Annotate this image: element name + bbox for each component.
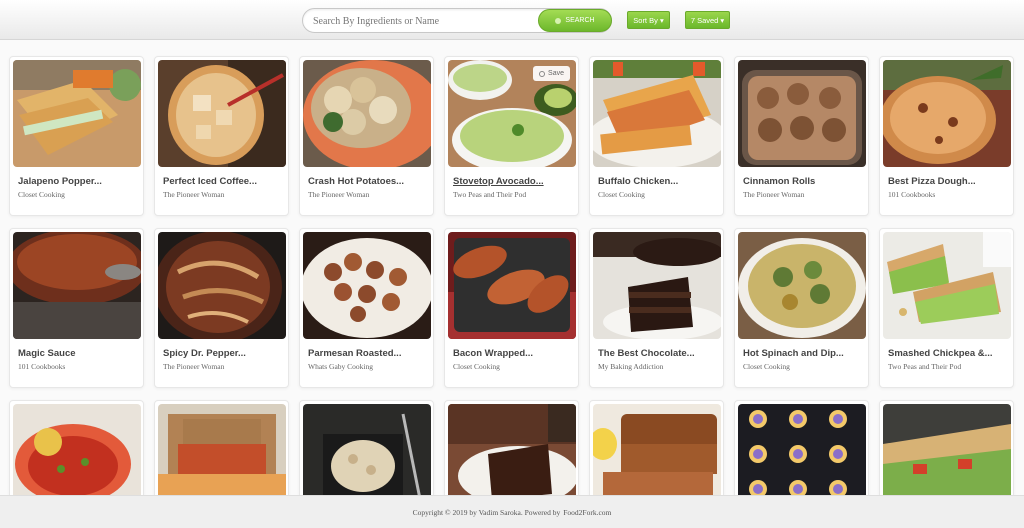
recipe-card[interactable]: Cinnamon Rolls The Pioneer Woman (734, 56, 869, 216)
saved-dropdown-button[interactable]: 7 Saved ▾ (685, 11, 730, 29)
recipe-card[interactable] (879, 400, 1014, 511)
recipe-image[interactable] (593, 60, 721, 167)
recipe-publisher: Two Peas and Their Pod (888, 362, 962, 371)
search-button[interactable]: SEARCH (538, 9, 612, 32)
recipe-card[interactable]: Perfect Iced Coffee... The Pioneer Woman (154, 56, 289, 216)
save-recipe-button[interactable]: Save (533, 66, 570, 81)
recipe-title[interactable]: Jalapeno Popper... (18, 176, 140, 187)
recipe-publisher: Closet Cooking (598, 190, 645, 199)
recipe-card[interactable]: Bacon Wrapped... Closet Cooking (444, 228, 579, 388)
recipe-publisher: 101 Cookbooks (888, 190, 936, 199)
recipe-image[interactable] (883, 60, 1011, 167)
recipe-title[interactable]: Spicy Dr. Pepper... (163, 348, 285, 359)
bookmark-icon (539, 70, 546, 77)
sort-by-button[interactable]: Sort By ▾ (627, 11, 670, 29)
footer-copyright: Copyright © 2019 by Vadim Saroka. Powere… (412, 507, 561, 517)
recipe-card[interactable]: Save Stovetop Avocado... Two Peas and Th… (444, 56, 579, 216)
recipe-image[interactable] (303, 60, 431, 167)
recipe-image[interactable] (738, 60, 866, 167)
recipe-card[interactable]: Buffalo Chicken... Closet Cooking (589, 56, 724, 216)
recipe-card[interactable] (9, 400, 144, 511)
recipe-title[interactable]: Perfect Iced Coffee... (163, 176, 285, 187)
recipe-publisher: Closet Cooking (743, 362, 790, 371)
recipe-image[interactable]: Save (448, 60, 576, 167)
recipe-card[interactable] (299, 400, 434, 511)
recipe-card[interactable]: Magic Sauce 101 Cookbooks (9, 228, 144, 388)
recipe-publisher: The Pioneer Woman (308, 190, 370, 199)
recipe-publisher: 101 Cookbooks (18, 362, 66, 371)
recipe-card[interactable]: Smashed Chickpea &... Two Peas and Their… (879, 228, 1014, 388)
recipe-card[interactable] (154, 400, 289, 511)
recipe-publisher: Closet Cooking (453, 362, 500, 371)
recipe-title[interactable]: Bacon Wrapped... (453, 348, 575, 359)
recipe-image[interactable] (448, 232, 576, 339)
sort-by-label: Sort By ▾ (633, 15, 664, 25)
recipe-image[interactable] (738, 232, 866, 339)
recipe-card[interactable]: The Best Chocolate... My Baking Addictio… (589, 228, 724, 388)
recipe-title[interactable]: Cinnamon Rolls (743, 176, 865, 187)
recipe-image[interactable] (158, 232, 286, 339)
recipe-image[interactable] (13, 232, 141, 339)
recipe-card[interactable]: Best Pizza Dough... 101 Cookbooks (879, 56, 1014, 216)
search-icon (555, 17, 562, 24)
recipe-title[interactable]: Magic Sauce (18, 348, 140, 359)
search-button-label: SEARCH (565, 17, 595, 24)
recipe-publisher: The Pioneer Woman (163, 362, 225, 371)
recipe-title[interactable]: Smashed Chickpea &... (888, 348, 1010, 359)
recipe-title[interactable]: The Best Chocolate... (598, 348, 720, 359)
recipe-card[interactable]: Jalapeno Popper... Closet Cooking (9, 56, 144, 216)
recipe-image[interactable] (593, 232, 721, 339)
save-label: Save (548, 70, 564, 77)
recipe-title[interactable]: Hot Spinach and Dip... (743, 348, 865, 359)
recipe-publisher: Whats Gaby Cooking (308, 362, 373, 371)
footer: Copyright © 2019 by Vadim Saroka. Powere… (0, 495, 1024, 528)
recipe-image[interactable] (883, 232, 1011, 339)
recipe-card[interactable]: Crash Hot Potatoes... The Pioneer Woman (299, 56, 434, 216)
recipe-card[interactable]: Spicy Dr. Pepper... The Pioneer Woman (154, 228, 289, 388)
footer-food2fork-link[interactable]: Food2Fork.com (563, 508, 611, 517)
recipe-title[interactable]: Buffalo Chicken... (598, 176, 720, 187)
recipe-publisher: Two Peas and Their Pod (453, 190, 527, 199)
recipe-title[interactable]: Crash Hot Potatoes... (308, 176, 430, 187)
recipe-card[interactable] (589, 400, 724, 511)
saved-label: 7 Saved ▾ (690, 15, 725, 25)
recipe-image[interactable] (158, 60, 286, 167)
recipe-image[interactable] (13, 60, 141, 167)
recipe-publisher: The Pioneer Woman (163, 190, 225, 199)
recipe-card[interactable] (734, 400, 869, 511)
recipe-card[interactable] (444, 400, 579, 511)
recipe-title[interactable]: Best Pizza Dough... (888, 176, 1010, 187)
recipe-publisher: The Pioneer Woman (743, 190, 805, 199)
recipe-title[interactable]: Parmesan Roasted... (308, 348, 430, 359)
search-input[interactable] (313, 12, 538, 30)
recipe-image[interactable] (303, 232, 431, 339)
recipe-card[interactable]: Hot Spinach and Dip... Closet Cooking (734, 228, 869, 388)
recipe-card[interactable]: Parmesan Roasted... Whats Gaby Cooking (299, 228, 434, 388)
recipe-publisher: My Baking Addiction (598, 362, 664, 371)
recipe-publisher: Closet Cooking (18, 190, 65, 199)
recipe-title[interactable]: Stovetop Avocado... (453, 176, 575, 187)
